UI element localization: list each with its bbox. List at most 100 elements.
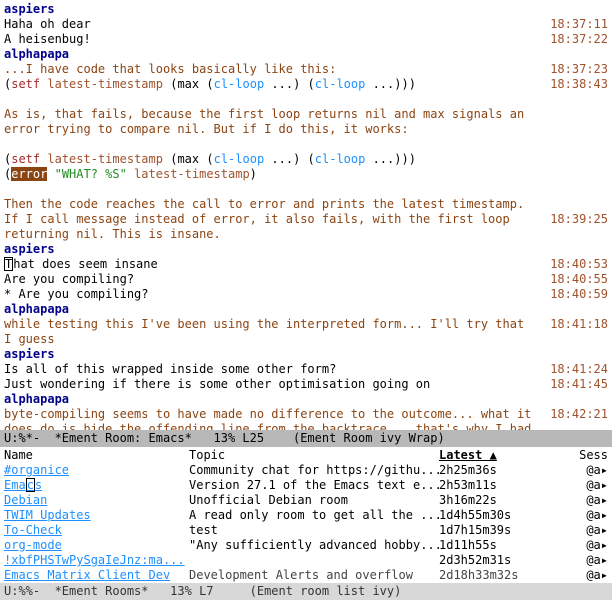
message-text: Is all of this wrapped inside some other… — [4, 362, 336, 376]
chat-line: As is, that fails, because the first loo… — [4, 107, 608, 137]
timestamp: 18:42:21 — [550, 407, 608, 422]
nick: aspiers — [4, 2, 55, 16]
lisp-fn: cl-loop — [214, 152, 265, 166]
room-session: @a▸ — [549, 523, 608, 538]
chat-line: 18:42:21 byte-compiling seems to have mad… — [4, 407, 608, 430]
action-text: If I call message instead of error, it a… — [4, 212, 510, 241]
modeline-bottom: U:%%- *Ement Rooms* 13% L7 (Ement room l… — [0, 583, 612, 600]
room-session: @a▸ — [549, 493, 608, 508]
col-header-latest[interactable]: Latest ▲ — [439, 448, 549, 463]
message-text: Are you compiling? — [4, 272, 134, 286]
room-session: @a▸ — [549, 508, 608, 523]
action-text: while testing this I've been using the i… — [4, 317, 524, 346]
chat-line: aspiers — [4, 242, 608, 257]
nick: alphapapa — [4, 47, 69, 61]
room-topic: A read only room to get all the ... — [189, 508, 439, 523]
room-name[interactable]: org-mode — [4, 538, 189, 553]
chat-line: (setf latest-timestamp (max (cl-loop ...… — [4, 152, 608, 167]
room-topic — [189, 553, 439, 568]
text-cursor: c — [26, 478, 35, 492]
room-topic: "Any sufficiently advanced hobby... — [189, 538, 439, 553]
message-text: hat does seem insane — [13, 257, 158, 271]
chat-line: 18:41:45 Just wondering if there is some … — [4, 377, 608, 392]
chat-line: 18:41:24 Is all of this wrapped inside so… — [4, 362, 608, 377]
timestamp: 18:41:45 — [550, 377, 608, 392]
room-list-row[interactable]: EmacsVersion 27.1 of the Emacs text e...… — [0, 478, 612, 493]
chat-line: alphapapa — [4, 47, 608, 62]
chat-line: 18:37:23...I have code that looks basica… — [4, 62, 608, 77]
room-name[interactable]: #organice — [4, 463, 189, 478]
room-latest: 3h16m22s — [439, 493, 549, 508]
room-list-row[interactable]: org-mode"Any sufficiently advanced hobby… — [0, 538, 612, 553]
action-text: byte-compiling seems to have made no dif… — [4, 407, 531, 430]
room-topic: Version 27.1 of the Emacs text e... — [189, 478, 439, 493]
message-text: * Are you compiling? — [4, 287, 149, 301]
lisp-fn: cl-loop — [214, 77, 265, 91]
room-list-row[interactable]: !xbfPHSTwPySgaIeJnz:ma...2d3h52m31s@a▸ — [0, 553, 612, 568]
lisp-keyword: setf — [11, 152, 40, 166]
timestamp: 18:40:53 — [550, 257, 608, 272]
chat-line: alphapapa — [4, 302, 608, 317]
message-text: Haha oh dear — [4, 17, 91, 31]
room-name[interactable]: TWIM Updates — [4, 508, 189, 523]
room-latest: 1d7h15m39s — [439, 523, 549, 538]
nick: alphapapa — [4, 302, 69, 316]
col-header-topic[interactable]: Topic — [189, 448, 439, 463]
message-text: A heisenbug! — [4, 32, 91, 46]
lisp-keyword: setf — [11, 77, 40, 91]
room-topic: Development Alerts and overflow — [189, 568, 439, 583]
chat-line: aspiers — [4, 2, 608, 17]
chat-line — [4, 137, 608, 152]
chat-line: 18:37:11Haha oh dear — [4, 17, 608, 32]
chat-line — [4, 92, 608, 107]
timestamp: 18:40:59 — [550, 287, 608, 302]
chat-line: 18:39:25 If I call message instead of err… — [4, 212, 608, 242]
chat-pane[interactable]: aspiers18:37:11Haha oh dear18:37:22A hei… — [0, 0, 612, 430]
timestamp: 18:41:24 — [550, 362, 608, 377]
action-text: As is, that fails, because the first loo… — [4, 107, 524, 136]
room-session: @a▸ — [549, 568, 608, 583]
action-text: ...I have code that looks basically like… — [4, 62, 336, 76]
chat-line — [4, 182, 608, 197]
room-list-row[interactable]: TWIM UpdatesA read only room to get all … — [0, 508, 612, 523]
chat-line: Then the code reaches the call to error … — [4, 197, 608, 212]
room-latest: 1d4h55m30s — [439, 508, 549, 523]
chat-line: alphapapa — [4, 392, 608, 407]
lisp-fn: cl-loop — [315, 152, 366, 166]
nick: alphapapa — [4, 392, 69, 406]
lisp-string: "WHAT? %S" — [55, 167, 127, 181]
action-text: Then the code reaches the call to error … — [4, 197, 524, 211]
lisp-var: latest-timestamp — [47, 77, 163, 91]
room-name[interactable]: To-Check — [4, 523, 189, 538]
chat-line: 18:37:22 A heisenbug! — [4, 32, 608, 47]
chat-line: (error "WHAT? %S" latest-timestamp) — [4, 167, 608, 182]
timestamp: 18:41:18 — [550, 317, 608, 332]
room-latest: 1d11h55s — [439, 538, 549, 553]
room-list-row[interactable]: #organiceCommunity chat for https://gith… — [0, 463, 612, 478]
room-name[interactable]: !xbfPHSTwPySgaIeJnz:ma... — [4, 553, 189, 568]
chat-line: 18:40:55Are you compiling? — [4, 272, 608, 287]
room-session: @a▸ — [549, 538, 608, 553]
room-name[interactable]: Debian — [4, 493, 189, 508]
room-name[interactable]: Emacs — [4, 478, 189, 493]
room-list-pane[interactable]: Name Topic Latest ▲ Sess #organiceCommun… — [0, 447, 612, 583]
room-list-row[interactable]: Emacs Matrix Client DevDevelopment Alert… — [0, 568, 612, 583]
modeline-top: U:%*- *Ement Room: Emacs* 13% L25 (Ement… — [0, 430, 612, 447]
chat-line: 18:40:59 * Are you compiling? — [4, 287, 608, 302]
room-latest: 2d3h52m31s — [439, 553, 549, 568]
room-latest: 2h53m11s — [439, 478, 549, 493]
room-latest: 2h25m36s — [439, 463, 549, 478]
room-topic: test — [189, 523, 439, 538]
timestamp: 18:39:25 — [550, 212, 608, 227]
col-header-session[interactable]: Sess — [549, 448, 608, 463]
room-list-header: Name Topic Latest ▲ Sess — [0, 447, 612, 463]
room-list-row[interactable]: DebianUnofficial Debian room3h16m22s@a▸ — [0, 493, 612, 508]
text-cursor: T — [4, 257, 13, 271]
timestamp: 18:37:22 — [550, 32, 608, 47]
col-header-name[interactable]: Name — [4, 448, 189, 463]
message-text: Just wondering if there is some other op… — [4, 377, 430, 391]
chat-line: 18:38:43(setf latest-timestamp (max (cl-… — [4, 77, 608, 92]
room-list-row[interactable]: To-Checktest1d7h15m39s@a▸ — [0, 523, 612, 538]
room-name[interactable]: Emacs Matrix Client Dev — [4, 568, 189, 583]
lisp-var: latest-timestamp — [134, 167, 250, 181]
